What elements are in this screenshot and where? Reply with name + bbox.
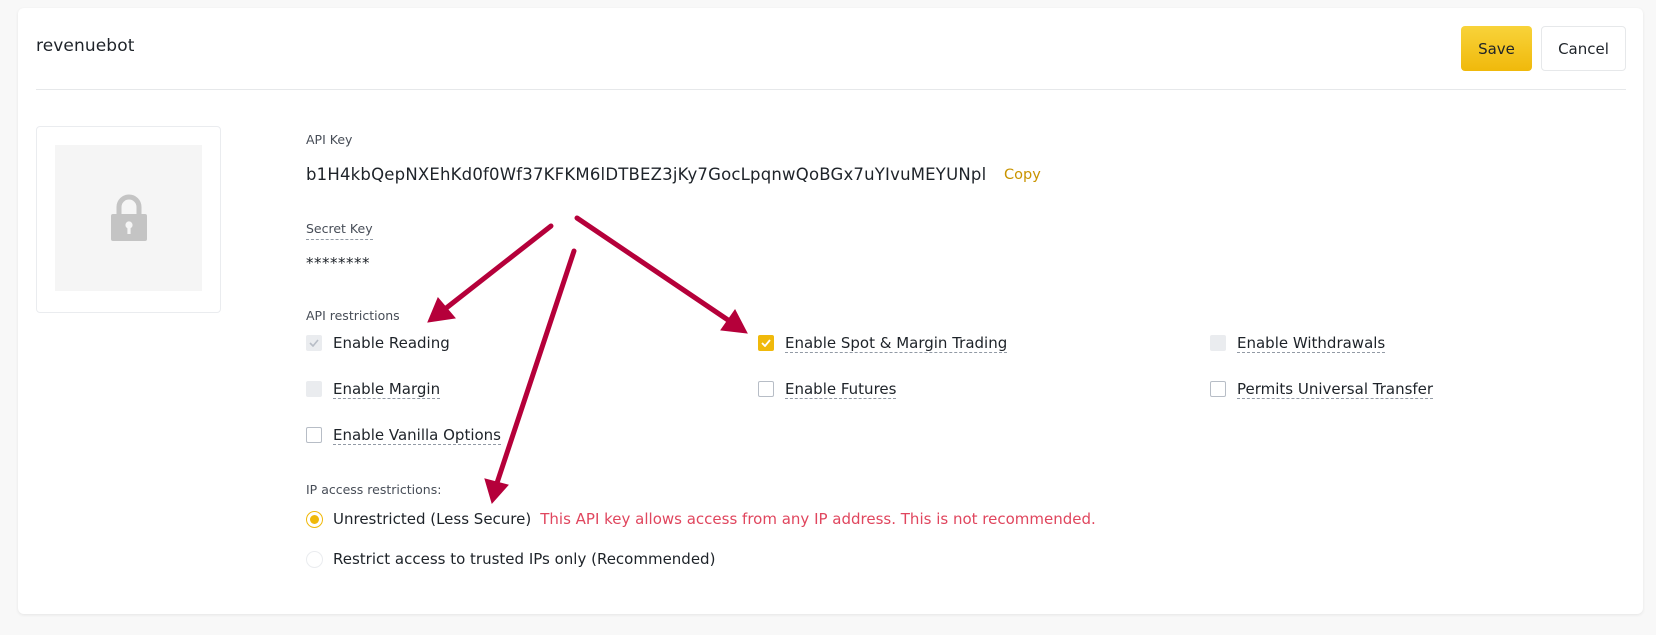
cancel-button[interactable]: Cancel: [1541, 26, 1626, 71]
checkbox-box[interactable]: [306, 381, 322, 397]
ip-restrictions-label: IP access restrictions:: [306, 482, 442, 497]
checkbox-enable-vanilla-options[interactable]: Enable Vanilla Options: [306, 424, 501, 446]
secret-key-value: ********: [306, 254, 370, 272]
radio-unrestricted[interactable]: Unrestricted (Less Secure) This API key …: [306, 508, 1096, 530]
lock-icon: [110, 194, 147, 241]
check-icon: [309, 339, 319, 347]
avatar-placeholder: [55, 145, 202, 291]
secret-key-label: Secret Key: [306, 221, 373, 240]
checkbox-label: Permits Universal Transfer: [1237, 379, 1434, 399]
checkbox-label: Enable Margin: [333, 379, 441, 399]
api-key-value: b1H4kbQepNXEhKd0f0Wf37KFKM6lDTBEZ3jKy7Go…: [306, 165, 987, 184]
checkbox-permits-universal-transfer[interactable]: Permits Universal Transfer: [1210, 378, 1434, 400]
checkbox-label: Enable Withdrawals: [1237, 333, 1386, 353]
checkbox-box[interactable]: [1210, 381, 1226, 397]
copy-api-key-button[interactable]: Copy: [1004, 167, 1041, 183]
api-key-title: revenuebot: [36, 36, 135, 56]
checkbox-box[interactable]: [306, 335, 322, 351]
radio-dot: [310, 514, 319, 524]
checkbox-box[interactable]: [1210, 335, 1226, 351]
api-key-avatar: [36, 126, 221, 313]
checkbox-box[interactable]: [758, 335, 774, 351]
radio-button[interactable]: [306, 550, 323, 568]
checkbox-enable-futures[interactable]: Enable Futures: [758, 378, 897, 400]
checkbox-enable-spot-margin-trading[interactable]: Enable Spot & Margin Trading: [758, 332, 1008, 354]
checkbox-enable-margin[interactable]: Enable Margin: [306, 378, 441, 400]
radio-button-selected[interactable]: [306, 510, 323, 528]
radio-restrict-trusted-ips[interactable]: Restrict access to trusted IPs only (Rec…: [306, 548, 715, 570]
checkbox-enable-withdrawals[interactable]: Enable Withdrawals: [1210, 332, 1386, 354]
checkbox-enable-reading[interactable]: Enable Reading: [306, 332, 450, 354]
header-divider: [36, 89, 1626, 90]
check-icon: [761, 339, 771, 347]
save-button[interactable]: Save: [1461, 26, 1532, 71]
radio-label: Unrestricted (Less Secure): [333, 510, 532, 528]
checkbox-label: Enable Reading: [333, 334, 450, 352]
ip-warning-text: This API key allows access from any IP a…: [540, 510, 1096, 528]
checkbox-label: Enable Spot & Margin Trading: [785, 333, 1008, 353]
checkbox-label: Enable Vanilla Options: [333, 425, 501, 445]
api-key-label: API Key: [306, 132, 353, 147]
checkbox-box[interactable]: [758, 381, 774, 397]
checkbox-label: Enable Futures: [785, 379, 897, 399]
checkbox-box[interactable]: [306, 427, 322, 443]
radio-label: Restrict access to trusted IPs only (Rec…: [333, 550, 716, 568]
api-restrictions-label: API restrictions: [306, 308, 400, 323]
